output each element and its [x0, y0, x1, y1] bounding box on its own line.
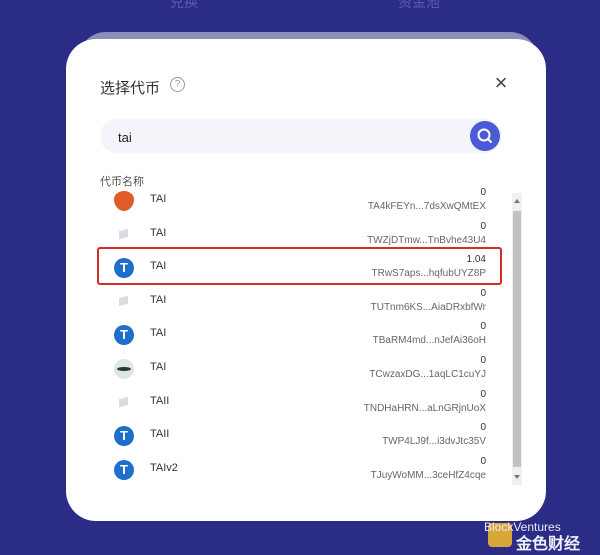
token-select-modal: 选择代币 ? × 代币名称 TAI 0 TA4kFEYn...7dsXwQMtE… [66, 39, 546, 521]
token-address: TUTnm6KS...AiaDRxbfWr [370, 302, 486, 313]
token-address: TA4kFEYn...7dsXwQMtEX [367, 201, 486, 212]
token-balance: 0 [480, 422, 486, 433]
tether-icon [114, 325, 134, 345]
token-name: TAI [150, 193, 167, 205]
token-row[interactable]: TAI 0 TCwzaxDG...1aqLC1cuYJ [100, 355, 500, 387]
box-icon [114, 292, 134, 312]
token-row[interactable]: TAII 0 TNDHaHRN...aLnGRjnUoX [100, 389, 500, 421]
eye-icon [114, 359, 134, 379]
token-balance: 0 [480, 321, 486, 332]
modal-title: 选择代币 [100, 80, 161, 97]
box-icon [114, 225, 134, 245]
token-list: TAI 0 TA4kFEYn...7dsXwQMtEX TAI 0 TWZjDT… [100, 187, 500, 487]
token-address: TWP4LJ9f...i3dvJtc35V [382, 436, 486, 447]
watermark-line2: 金色财经 [516, 536, 581, 553]
token-row[interactable]: TAI 0 TUTnm6KS...AiaDRxbfWr [100, 288, 500, 320]
token-balance: 0 [480, 355, 486, 366]
token-balance: 0 [480, 187, 486, 198]
search-icon [477, 128, 492, 143]
token-address: TBaRM4md...nJefAi36oH [372, 335, 486, 346]
token-balance: 0 [480, 456, 486, 467]
tether-icon [114, 426, 134, 446]
watermark: BlockVentures 金色财经 [484, 520, 600, 555]
token-name: TAI [150, 227, 167, 239]
tab-pool[interactable]: 资金池 [398, 0, 440, 12]
token-name: TAI [150, 327, 167, 339]
tab-swap[interactable]: 兑换 [170, 0, 198, 12]
token-balance: 0 [480, 221, 486, 232]
scroll-down-icon[interactable] [514, 475, 520, 479]
token-row[interactable]: TAI 0 TA4kFEYn...7dsXwQMtEX [100, 187, 500, 219]
token-name: TAI [150, 361, 167, 373]
scroll-up-icon[interactable] [514, 199, 520, 203]
token-row[interactable]: TAI 0 TBaRM4md...nJefAi36oH [100, 321, 500, 353]
background-tabs: 兑换 资金池 [0, 0, 600, 12]
token-row[interactable]: TAII 0 TWP4LJ9f...i3dvJtc35V [100, 422, 500, 454]
tether-icon [114, 460, 134, 480]
token-address: TNDHaHRN...aLnGRjnUoX [363, 403, 486, 414]
search-box [100, 119, 502, 153]
token-address: TJuyWoMM...3ceHfZ4cqe [370, 470, 486, 481]
token-balance: 0 [480, 389, 486, 400]
token-address: TWZjDTmw...TnBvhe43U4 [367, 235, 486, 246]
highlight-box [97, 247, 502, 285]
box-icon [114, 393, 134, 413]
shield-icon [114, 191, 134, 211]
close-button[interactable]: × [492, 72, 510, 94]
token-balance: 0 [480, 288, 486, 299]
token-address: TCwzaxDG...1aqLC1cuYJ [369, 369, 486, 380]
scrollbar-thumb[interactable] [513, 211, 521, 467]
token-row[interactable]: TAIv2 0 TJuyWoMM...3ceHfZ4cqe [100, 456, 500, 488]
question-circle-icon[interactable]: ? [170, 77, 185, 92]
token-name: TAII [150, 395, 170, 407]
search-input[interactable] [116, 126, 440, 148]
search-button[interactable] [470, 121, 500, 151]
close-icon: × [494, 70, 508, 95]
token-name: TAI [150, 294, 167, 306]
scrollbar[interactable] [512, 193, 522, 485]
token-name: TAIv2 [150, 462, 178, 474]
token-name: TAII [150, 428, 170, 440]
